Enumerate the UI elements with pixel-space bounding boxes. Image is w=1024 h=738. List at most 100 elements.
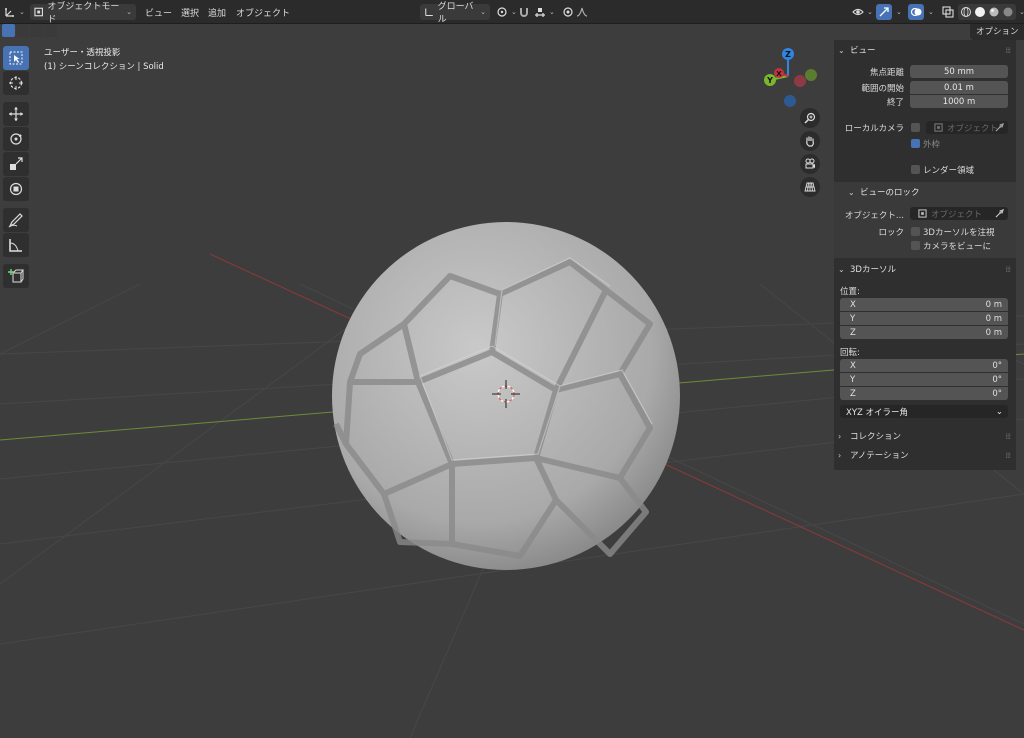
view-lock-panel: ⌄ ビューのロック オブジェクト... オブジェクト ロック 3Dカーソルを注視…	[834, 182, 1016, 258]
y-axis-label: Y	[766, 76, 773, 85]
soccer-ball-mesh[interactable]	[332, 222, 680, 570]
menu-select[interactable]: 選択	[181, 4, 199, 20]
rotate-icon	[10, 133, 22, 145]
sidebar-n-panel: ⌄ ビュー ⁞⁞⁞ 焦点距離 50 mm 範囲の開始 0.01 m 終了 100…	[834, 40, 1016, 470]
3d-cursor-panel-header[interactable]: ⌄ 3Dカーソル ⁞⁞⁞	[834, 259, 1016, 279]
perspective-toggle-button[interactable]	[800, 177, 820, 197]
move-tool[interactable]	[3, 102, 29, 126]
chevron-down-icon: ⌄	[838, 264, 845, 274]
focal-length-field[interactable]: 50 mm	[910, 65, 1008, 78]
location-label: 位置:	[840, 287, 860, 297]
render-region-checkbox[interactable]	[911, 165, 920, 174]
render-region-label: レンダー領域	[923, 166, 975, 176]
cursor-location-y[interactable]: Y 0 m	[840, 312, 1008, 325]
z-axis-label: Z	[785, 50, 791, 59]
drag-handle-icon[interactable]: ⁞⁞⁞	[1005, 46, 1011, 55]
lock-object-field[interactable]: オブジェクト	[910, 207, 1008, 220]
chevron-down-icon[interactable]: ⌄	[896, 4, 902, 20]
ruler-icon	[9, 239, 22, 252]
x-axis-label: X	[776, 70, 782, 78]
rendered-shading-icon[interactable]	[1002, 6, 1014, 18]
neg-x-axis-handle[interactable]	[794, 75, 806, 87]
cursor-tool[interactable]	[3, 71, 29, 95]
overlay-toggle[interactable]	[908, 4, 924, 20]
neg-y-axis-handle[interactable]	[805, 69, 817, 81]
cursor-rotation-x[interactable]: X 0°	[840, 359, 1008, 372]
crosshair-icon	[9, 76, 23, 90]
magnet-icon	[520, 8, 528, 17]
view-lock-header[interactable]: ⌄ ビューのロック	[834, 182, 1016, 202]
camera-icon	[805, 158, 815, 169]
eyedropper-icon[interactable]	[995, 123, 1004, 132]
transform-tool[interactable]	[3, 177, 29, 201]
eye-icon	[852, 8, 864, 16]
proportional-edit-toggle[interactable]	[562, 4, 574, 20]
scale-icon	[10, 157, 23, 170]
visibility-button[interactable]: ⌄	[852, 4, 873, 20]
drag-handle-icon[interactable]: ⁞⁞⁞	[1005, 265, 1011, 274]
neg-z-axis-handle[interactable]	[784, 95, 796, 107]
chevron-down-icon: ⌄	[838, 45, 845, 55]
local-camera-checkbox[interactable]	[911, 123, 920, 132]
cursor-location-z[interactable]: Z 0 m	[840, 326, 1008, 339]
material-shading-icon[interactable]	[988, 6, 1000, 18]
chevron-down-icon[interactable]: ⌄	[928, 4, 934, 20]
wireframe-shading-icon[interactable]	[960, 6, 972, 18]
rotate-tool[interactable]	[3, 127, 29, 151]
proportional-icon	[563, 7, 573, 17]
pan-button[interactable]	[800, 131, 820, 151]
pivot-point-button[interactable]: ⌄	[496, 4, 517, 20]
editor-type-button[interactable]: ⌄	[4, 4, 25, 20]
navigation-gizmo[interactable]: Z Y X	[756, 44, 820, 108]
local-camera-object-field[interactable]: オブジェクト	[926, 121, 1008, 134]
solid-shading-icon[interactable]	[974, 6, 986, 18]
clip-end-field[interactable]: 1000 m	[910, 95, 1008, 108]
scale-tool[interactable]	[3, 152, 29, 176]
xray-toggle[interactable]	[942, 4, 954, 20]
cursor-arrow-icon	[9, 51, 23, 65]
snap-target-button[interactable]: ⌄	[534, 4, 555, 20]
add-cube-tool[interactable]	[3, 264, 29, 288]
snap-grid-icon	[535, 8, 545, 17]
select-box-tool[interactable]	[3, 46, 29, 70]
drag-handle-icon[interactable]: ⁞⁞⁞	[1005, 451, 1011, 460]
chevron-down-icon[interactable]: ⌄	[1019, 4, 1024, 20]
cursor-location-x[interactable]: X 0 m	[840, 298, 1008, 311]
falloff-button[interactable]	[576, 4, 588, 20]
zoom-button[interactable]	[800, 108, 820, 128]
menu-add[interactable]: 追加	[208, 4, 226, 20]
camera-view-button[interactable]	[800, 154, 820, 174]
mode-dropdown[interactable]: オブジェクトモード ⌄	[30, 2, 136, 25]
clip-start-label: 範囲の開始	[861, 84, 904, 94]
chevron-down-icon: ⌄	[19, 8, 25, 16]
object-icon	[934, 123, 943, 132]
focal-length-label: 焦点距離	[869, 68, 904, 78]
drag-handle-icon[interactable]: ⁞⁞⁞	[1005, 432, 1011, 441]
snap-toggle[interactable]	[518, 4, 530, 20]
gizmo-toggle[interactable]	[876, 4, 892, 20]
shading-mode-group	[958, 4, 1016, 20]
eyedropper-icon[interactable]	[995, 209, 1004, 218]
transform-orientation-dropdown[interactable]: グローバル ⌄	[420, 2, 490, 25]
chevron-down-icon: ⌄	[867, 8, 873, 16]
mode-label: オブジェクトモード	[47, 2, 120, 25]
measure-tool[interactable]	[3, 233, 29, 257]
cursor-rotation-y[interactable]: Y 0°	[840, 373, 1008, 386]
border-checkbox[interactable]	[911, 139, 920, 148]
grid-perspective-icon	[804, 182, 816, 192]
menu-object[interactable]: オブジェクト	[236, 4, 290, 20]
annotation-panel-header[interactable]: › アノテーション ⁞⁞⁞	[834, 445, 1016, 465]
object-icon	[918, 209, 927, 218]
rotation-mode-dropdown[interactable]: XYZ オイラー角 ⌄	[840, 405, 1008, 418]
camera-to-view-label: カメラをビューに	[923, 242, 992, 252]
clip-start-field[interactable]: 0.01 m	[910, 81, 1008, 94]
chevron-down-icon: ⌄	[126, 8, 132, 16]
menu-view[interactable]: ビュー	[145, 4, 172, 20]
cursor-rotation-z[interactable]: Z 0°	[840, 387, 1008, 400]
view-panel-header[interactable]: ⌄ ビュー ⁞⁞⁞	[834, 40, 1016, 60]
annotate-tool[interactable]	[3, 208, 29, 232]
camera-to-view-checkbox[interactable]	[911, 241, 920, 250]
collection-panel-header[interactable]: › コレクション ⁞⁞⁞	[834, 426, 1016, 446]
lock-3d-cursor-checkbox[interactable]	[911, 227, 920, 236]
chevron-down-icon: ⌄	[549, 8, 555, 16]
